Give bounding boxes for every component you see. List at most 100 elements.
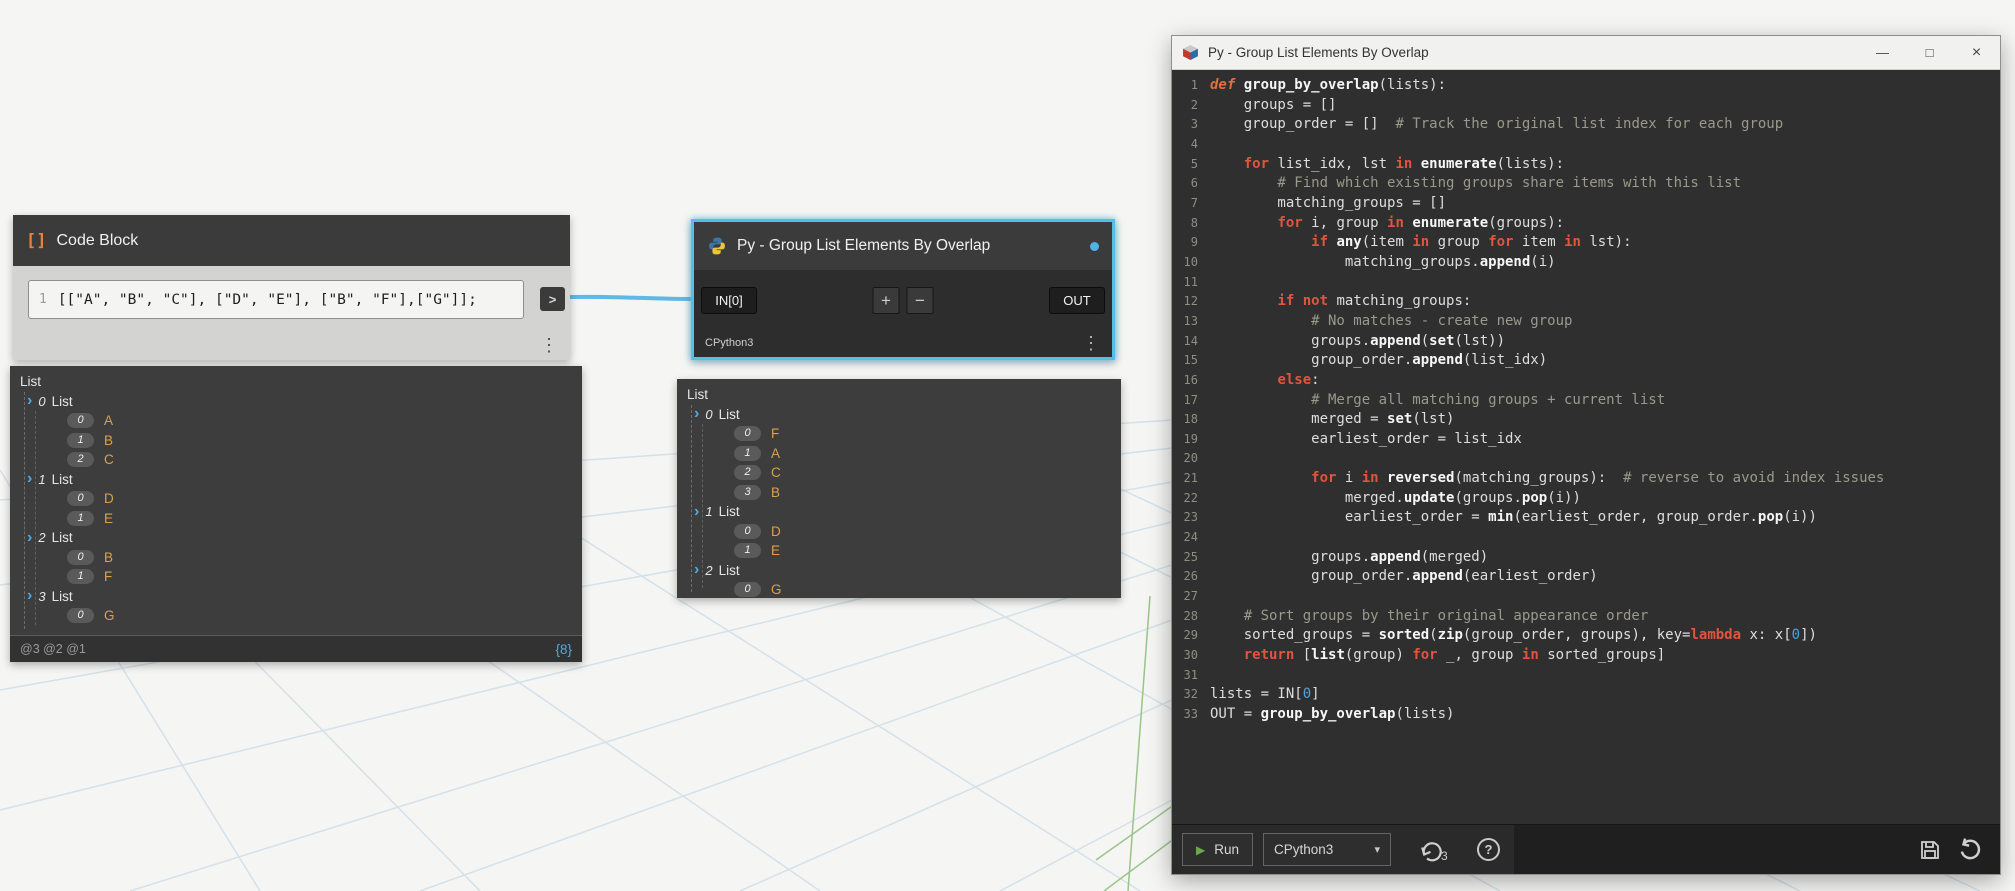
list-node-row[interactable]: › 3 List — [10, 587, 582, 607]
list-item-row: 2C — [10, 450, 582, 470]
code-line: 12 if not matching_groups: — [1183, 293, 1472, 310]
list-node-row[interactable]: › 1 List — [10, 470, 582, 490]
list-item-value: D — [104, 491, 114, 507]
list-item-value: C — [104, 452, 114, 468]
list-node-row[interactable]: › 1 List — [677, 502, 1121, 522]
list-label: List — [718, 406, 740, 422]
output-port-out[interactable]: OUT — [1049, 287, 1105, 314]
list-index: 2 — [705, 562, 713, 578]
add-input-button[interactable]: + — [872, 287, 900, 314]
code-line: 30 return [list(group) for _, group in s… — [1183, 647, 1666, 664]
list-item-row: 0D — [10, 489, 582, 509]
engine-selector[interactable]: CPython3 ▾ — [1263, 833, 1391, 866]
list-item-row: 0A — [10, 411, 582, 431]
index-badge: 0 — [67, 549, 94, 565]
list-item-value: A — [771, 445, 781, 461]
expand-chevron-icon[interactable]: › — [27, 529, 32, 546]
python-node-preview: List › 0 List 0 F 1 A 2 C 3 B › 1 List 0 D 1 E › 2 List 0 G — [677, 379, 1121, 598]
code-line: 33 OUT = group_by_overlap(lists) — [1183, 706, 1455, 722]
python-node-header[interactable]: Py - Group List Elements By Overlap — [694, 222, 1112, 270]
code-line: 25 groups.append(merged) — [1183, 548, 1489, 565]
index-badge: 0 — [67, 413, 94, 429]
editor-title: Py - Group List Elements By Overlap — [1208, 45, 1429, 60]
list-item-value: E — [771, 543, 781, 559]
expand-chevron-icon[interactable]: › — [694, 406, 699, 422]
list-label: List — [718, 504, 740, 520]
code-block-icon: [] — [26, 230, 47, 251]
list-node-row[interactable]: › 2 List — [10, 528, 582, 548]
engine-selected-value: CPython3 — [1274, 842, 1334, 857]
preview-toggle-dot[interactable] — [1090, 241, 1099, 251]
python-icon — [709, 237, 725, 255]
index-badge: 0 — [734, 426, 761, 442]
expand-chevron-icon[interactable]: › — [27, 393, 32, 409]
code-line: 9 if any(item in group for item in lst): — [1190, 234, 1632, 251]
code-line: 11 — [1183, 274, 1198, 289]
maximize-button[interactable]: □ — [1906, 36, 1953, 69]
list-item-row: 1E — [10, 509, 582, 529]
code-line: 31 — [1183, 667, 1198, 682]
expand-chevron-icon[interactable]: › — [27, 471, 32, 487]
code-block-output-port[interactable]: > — [540, 287, 565, 311]
list-item-value: F — [771, 426, 780, 442]
python-editor-window[interactable]: Py - Group List Elements By Overlap — □ … — [1171, 35, 2001, 875]
level-filters[interactable]: @3 @2 @1 — [20, 642, 86, 656]
code-block-expression[interactable]: [["A", "B", "C"], ["D", "E"], ["B", "F"]… — [58, 292, 477, 308]
list-node-row[interactable]: › 2 List — [677, 561, 1121, 581]
code-block-node[interactable]: [] Code Block 1 [["A", "B", "C"], ["D", … — [13, 215, 570, 360]
expand-chevron-icon[interactable]: › — [27, 588, 32, 604]
remove-input-button[interactable]: − — [906, 287, 934, 314]
list-item-row: 0G — [10, 606, 582, 626]
code-line: 19 earliest_order = list_idx — [1183, 430, 1522, 447]
list-node-row[interactable]: › 0 List — [677, 405, 1121, 425]
python-node-title: Py - Group List Elements By Overlap — [737, 237, 991, 254]
python-node[interactable]: Py - Group List Elements By Overlap IN[0… — [691, 219, 1115, 360]
minimize-button[interactable]: — — [1859, 36, 1906, 69]
list-item-row: 0G — [677, 580, 1121, 598]
code-line: 8 for i, group in enumerate(groups): — [1190, 214, 1565, 231]
revert-icon[interactable] — [1950, 830, 1990, 870]
code-line: 2 groups = [] — [1190, 96, 1337, 113]
list-node-row: List — [677, 385, 1121, 405]
code-editor[interactable]: 1 def group_by_overlap(lists): 2 groups = … — [1172, 71, 2000, 824]
save-icon[interactable] — [1910, 830, 1950, 870]
code-line: 5 for list_idx, lst in enumerate(lists): — [1190, 155, 1565, 172]
list-label: List — [687, 387, 709, 403]
code-line: 3 group_order = [] # Track the original … — [1190, 116, 1784, 133]
list-node-row[interactable]: › 0 List — [10, 392, 582, 412]
node-menu-icon[interactable]: ⋮ — [1082, 334, 1100, 352]
help-icon[interactable]: ? — [1477, 838, 1500, 861]
list-item-value: B — [771, 484, 781, 500]
editor-toolbar: ▶ Run CPython3 ▾ 3 ? — [1172, 824, 2000, 874]
code-block-input[interactable]: 1 [["A", "B", "C"], ["D", "E"], ["B", "F… — [28, 280, 524, 319]
index-badge: 1 — [67, 432, 94, 448]
code-line: 16 else: — [1183, 371, 1320, 388]
code-line: 24 — [1183, 530, 1198, 545]
node-menu-icon[interactable]: ⋮ — [540, 336, 558, 354]
run-button[interactable]: ▶ Run — [1182, 833, 1253, 866]
migration-assistant-icon[interactable]: 3 — [1417, 837, 1451, 863]
index-badge: 1 — [67, 569, 94, 585]
list-index: 3 — [38, 588, 46, 604]
list-label: List — [51, 471, 73, 487]
input-port-in0[interactable]: IN[0] — [701, 287, 757, 314]
code-line: 6 # Find which existing groups share ite… — [1190, 175, 1742, 192]
item-count: {8} — [555, 641, 572, 657]
expand-chevron-icon[interactable]: › — [694, 562, 699, 578]
code-line: 20 — [1183, 451, 1198, 466]
code-block-header[interactable]: [] Code Block — [13, 215, 570, 266]
editor-title-bar[interactable]: Py - Group List Elements By Overlap — □ … — [1172, 36, 2000, 70]
chevron-down-icon: ▾ — [1374, 844, 1380, 856]
code-line: 14 groups.append(set(lst)) — [1183, 332, 1506, 349]
list-index: 1 — [38, 471, 46, 487]
list-item-value: F — [104, 569, 113, 585]
list-item-row: 0D — [677, 522, 1121, 542]
expand-chevron-icon[interactable]: › — [694, 503, 699, 520]
list-item-value: B — [104, 432, 114, 448]
list-tree: List › 0 List 0 A 1 B 2 C › 1 List 0 D 1 E › 2 List 0 B 1 F › 3 Li… — [10, 366, 582, 635]
list-item-value: A — [104, 413, 114, 429]
close-button[interactable]: × — [1953, 36, 2000, 69]
editor-window-icon — [1183, 45, 1198, 60]
list-item-row: 1A — [677, 444, 1121, 464]
list-item-row: 2C — [677, 463, 1121, 483]
